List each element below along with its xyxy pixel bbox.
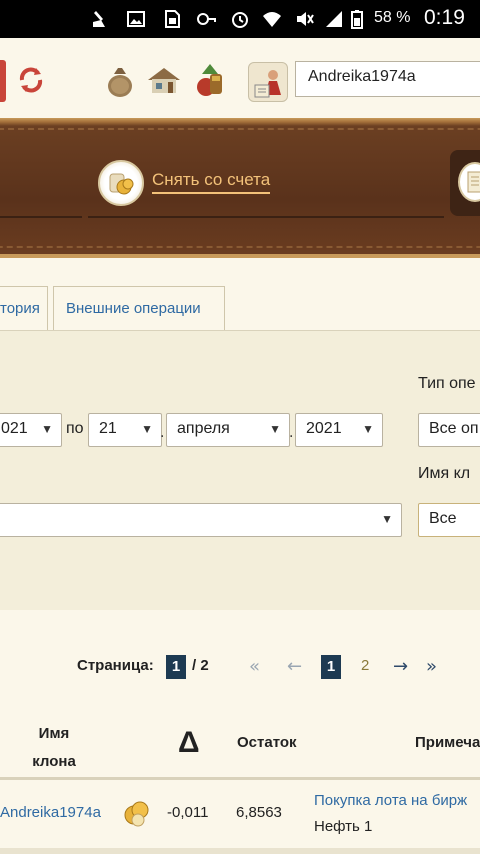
date-to-day-select[interactable]: 21 ▼ [88,413,162,447]
current-page-badge: 1 [166,655,186,679]
scroll-icon [467,171,480,193]
tab-history[interactable]: тория [0,286,48,330]
last-page-icon[interactable]: » [426,656,437,677]
chevron-down-icon: ▼ [362,422,374,436]
column-clone-name: Имя клона [32,725,76,770]
house-icon[interactable] [144,60,184,100]
date-to-year-select[interactable]: 2021 ▼ [295,413,383,447]
first-page-icon[interactable]: « [249,656,260,677]
row-note-link[interactable]: Покупка лота на бирж [314,792,467,809]
wifi-icon [263,12,281,27]
top-toolbar: Andreika1974a [0,38,480,118]
mute-icon [297,12,314,26]
money-bag-icon[interactable] [100,60,140,100]
withdraw-link[interactable]: Снять со счета [152,170,271,194]
avatar[interactable] [248,62,288,102]
table-row: Andreika1974a -0,011 6,8563 Покупка лота… [0,780,480,850]
date-separator: . [289,425,294,441]
sim-icon [165,10,180,28]
operations-tabs: тория Внешние операции [0,286,480,330]
menu-tab[interactable] [0,60,6,102]
username-field[interactable]: Andreika1974a [295,61,480,97]
date-separator: . [160,425,165,441]
clone-name-select[interactable]: Все [418,503,480,537]
chevron-down-icon: ▼ [141,422,153,436]
prev-page-icon[interactable]: ← [287,656,302,677]
page-total: / 2 [192,657,209,674]
table-divider [0,848,480,854]
status-bar: 58 % 0:19 [0,0,480,38]
coins-withdraw-icon[interactable] [98,160,144,206]
operation-type-value: Все оп [429,420,479,437]
banner-divider [88,216,444,218]
date-to-month-value: апреля [177,420,230,437]
chevron-down-icon: ▼ [381,512,393,526]
table-header: Имя клона Δ Остаток Примеча [0,706,480,780]
page-label: Страница: [77,657,154,674]
battery-percent: 58 % [374,9,411,26]
filter-panel: Тип опе 021 ▼ по 21 ▼ . апреля ▼ . 2021 … [0,330,480,610]
row-balance: 6,8563 [236,804,282,821]
page-2-link[interactable]: 2 [361,657,369,674]
clock: 0:19 [424,6,465,29]
alarm-icon [232,12,248,28]
column-note: Примеча [415,734,480,751]
clone-name-label: Имя кл [418,465,471,482]
to-label: по [66,420,84,437]
clone-name-value: Все [429,510,457,527]
row-note-detail: Нефть 1 [314,818,373,835]
document-icon[interactable] [458,162,480,202]
user-avatar-icon [254,70,281,98]
date-from-year-value: 021 [1,420,28,437]
column-delta: Δ [178,726,200,759]
row-delta: -0,011 [167,804,209,821]
date-to-day-value: 21 [99,420,117,437]
signal-icon [326,11,342,27]
coins-icon [109,173,134,195]
coins-icon [124,801,149,827]
date-from-year-select[interactable]: 021 ▼ [0,413,62,447]
operation-type-label: Тип опе [418,375,476,392]
page-1-button[interactable]: 1 [321,655,341,679]
key-icon [197,13,216,25]
column-balance: Остаток [237,734,297,751]
refresh-icon[interactable] [14,60,48,100]
tab-external-operations[interactable]: Внешние операции [53,286,225,330]
chevron-down-icon: ▼ [41,422,53,436]
row-clone-name-link[interactable]: Andreika1974a [0,804,101,821]
date-to-month-select[interactable]: апреля ▼ [166,413,290,447]
broom-icon [93,11,105,27]
date-to-year-value: 2021 [306,420,342,437]
chevron-down-icon: ▼ [269,422,281,436]
produce-icon[interactable] [190,60,230,100]
banner-divider [0,216,82,218]
operation-type-select[interactable]: Все оп [418,413,480,447]
period-select[interactable]: ▼ [0,503,402,537]
next-page-icon[interactable]: → [393,656,408,677]
image-icon [127,11,145,27]
battery-icon [351,10,363,29]
account-banner: Снять со счета [0,118,480,258]
